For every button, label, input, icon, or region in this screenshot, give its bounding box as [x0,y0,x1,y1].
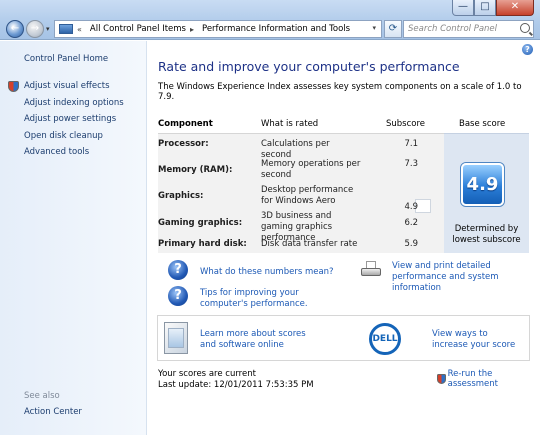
breadcrumb-performance[interactable]: Performance Information and Tools [202,24,350,34]
breadcrumb-chevron-icon[interactable]: ▸ [190,25,194,34]
search-icon[interactable] [520,23,530,33]
sidebar-item-action-center[interactable]: Action Center [24,407,82,417]
link-numbers-meaning[interactable]: ? What do these numbers mean? [168,260,334,280]
sidebar-item-advanced-tools[interactable]: Advanced tools [8,144,124,161]
sidebar-item-disk-cleanup[interactable]: Open disk cleanup [8,128,124,145]
row-rated: Memory operations per second [261,159,361,180]
promo-box: Learn more about scores and software onl… [157,315,530,361]
header-component: Component [158,119,213,129]
shield-icon [437,374,446,384]
row-rated: Disk data transfer rate [261,239,358,249]
status-current: Your scores are current [158,369,256,379]
recent-pages-dropdown[interactable]: ▾ [46,25,50,33]
row-subscore: 7.3 [404,159,418,169]
link-learn-more[interactable]: Learn more about scores and software onl… [200,329,320,351]
link-text[interactable]: View and print detailed performance and … [392,261,532,294]
sidebar-item-label: Advanced tools [24,147,90,158]
base-score-panel: 4.9 Determined by lowest subscore [444,133,529,253]
refresh-button[interactable]: ⟳ [384,20,402,38]
printer-icon [360,261,382,279]
row-component: Graphics: [158,191,204,201]
help-icon[interactable]: ? [522,44,533,55]
sidebar-item-power[interactable]: Adjust power settings [8,111,124,128]
forward-button[interactable]: → [26,20,44,38]
rerun-assessment-link[interactable]: Re-run the assessment [437,369,540,389]
breadcrumb-overflow[interactable]: « [77,25,82,34]
score-table: Component What is rated Subscore Base sc… [158,116,529,253]
sidebar-item-indexing[interactable]: Adjust indexing options [8,95,124,112]
window-controls: — □ ✕ [452,0,534,16]
row-subscore: 5.9 [404,239,418,249]
row-component: Gaming graphics: [158,218,243,228]
sidebar-item-label: Adjust power settings [24,114,117,125]
sidebar-item-control-panel-home[interactable]: Control Panel Home [24,54,108,64]
rerun-label[interactable]: Re-run the assessment [448,369,540,389]
sidebar-item-label: Adjust visual effects [24,81,110,92]
row-component: Primary hard disk: [158,239,247,249]
question-icon: ? [168,286,188,306]
row-rated: Desktop performance for Windows Aero [261,185,354,206]
status-last-update: Last update: 12/01/2011 7:53:35 PM [158,380,314,390]
row-component: Processor: [158,139,209,149]
shield-icon [8,80,19,92]
search-placeholder: Search Control Panel [408,24,498,34]
row-rated: Calculations per second [261,139,330,160]
row-component: Memory (RAM): [158,165,233,175]
dell-logo[interactable]: DELL [369,323,401,355]
base-score-note: Determined by lowest subscore [452,224,521,245]
address-bar[interactable]: « All Control Panel Items ▸ Performance … [54,20,382,38]
score-table-header: Component What is rated Subscore Base sc… [158,116,529,133]
header-what-is-rated: What is rated [261,119,319,129]
see-also-heading: See also [24,391,60,401]
sidebar-item-label: Adjust indexing options [24,97,124,108]
maximize-button[interactable]: □ [474,0,496,16]
link-print-details[interactable]: View and print detailed performance and … [360,261,532,294]
row-subscore: 6.2 [404,218,418,228]
search-input[interactable]: Search Control Panel [403,20,534,38]
base-score-badge: 4.9 [461,163,504,206]
software-box-icon [164,322,188,354]
link-text[interactable]: What do these numbers mean? [200,267,334,278]
sidebar-item-visual-effects[interactable]: Adjust visual effects [8,78,124,95]
row-subscore: 7.1 [404,139,418,149]
page-title: Rate and improve your computer's perform… [158,59,460,74]
close-button[interactable]: ✕ [496,0,534,16]
score-table-body: Processor: Calculations per second 7.1 M… [158,133,529,253]
minimize-button[interactable]: — [452,0,474,16]
address-dropdown-icon[interactable]: ▾ [372,24,376,32]
breadcrumb-all-items[interactable]: All Control Panel Items [90,24,186,34]
sidebar: Control Panel Home Adjust visual effects… [0,41,147,435]
header-subscore: Subscore [386,119,426,129]
status-area: Your scores are current Last update: 12/… [158,369,314,391]
sidebar-task-list: Adjust visual effects Adjust indexing op… [8,78,124,161]
link-text[interactable]: Tips for improving your computer's perfo… [200,288,345,310]
row-subscore: 4.9 [404,202,418,212]
link-increase-score[interactable]: View ways to increase your score [432,329,524,351]
back-button[interactable]: ← [6,20,24,38]
control-panel-icon [59,24,73,34]
sidebar-item-label: Open disk cleanup [24,130,103,141]
header-base-score: Base score [459,119,506,129]
link-tips[interactable]: ? Tips for improving your computer's per… [168,286,345,310]
page-description: The Windows Experience Index assesses ke… [158,82,522,102]
question-icon: ? [168,260,188,280]
